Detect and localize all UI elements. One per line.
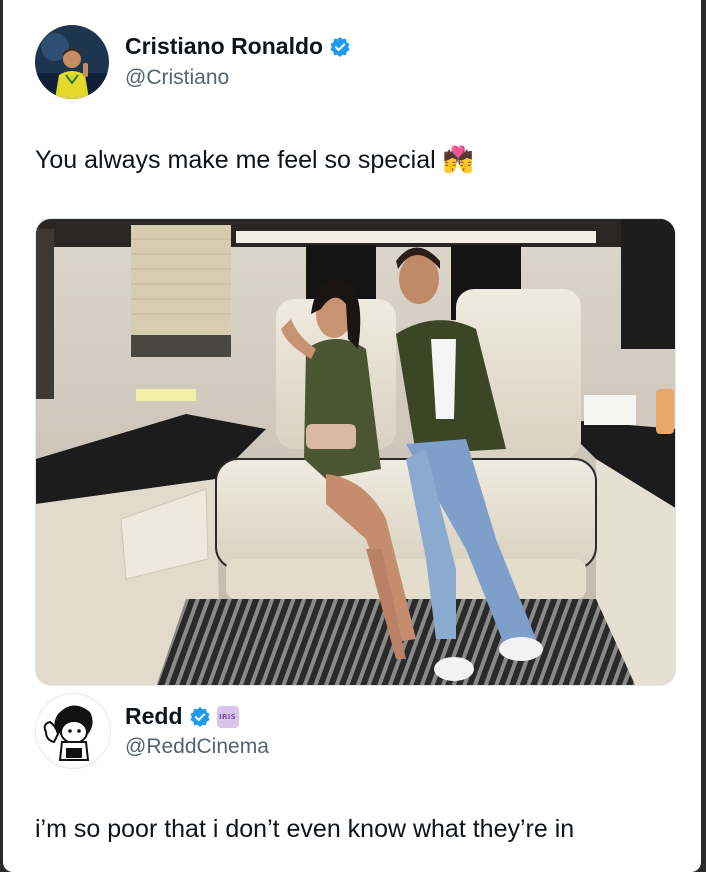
reply-author-display-name[interactable]: Redd [125,703,183,730]
tweet-text: You always make me feel so special 💏 [35,146,474,174]
tweet-media-photo[interactable] [35,218,676,686]
verified-badge-icon [330,36,350,57]
tweet-card: Cristiano Ronaldo @Cristiano You always … [3,0,701,872]
avatar-image [35,25,109,99]
reply-author-handle[interactable]: @ReddCinema [125,735,269,759]
author-name-row: Cristiano Ronaldo [125,33,351,60]
photo-image [36,219,675,685]
author-display-name[interactable]: Cristiano Ronaldo [125,33,323,60]
reply-text: i’m so poor that i don’t even know what … [35,815,575,843]
author-avatar[interactable] [35,25,109,99]
author-handle[interactable]: @Cristiano [125,66,229,90]
avatar-image [36,694,110,768]
affiliate-badge-icon[interactable]: IRIS [216,705,239,728]
verified-badge-icon [189,706,210,727]
reply-author-avatar[interactable] [35,693,111,769]
reply-author-name-row: Redd IRIS [125,703,239,730]
